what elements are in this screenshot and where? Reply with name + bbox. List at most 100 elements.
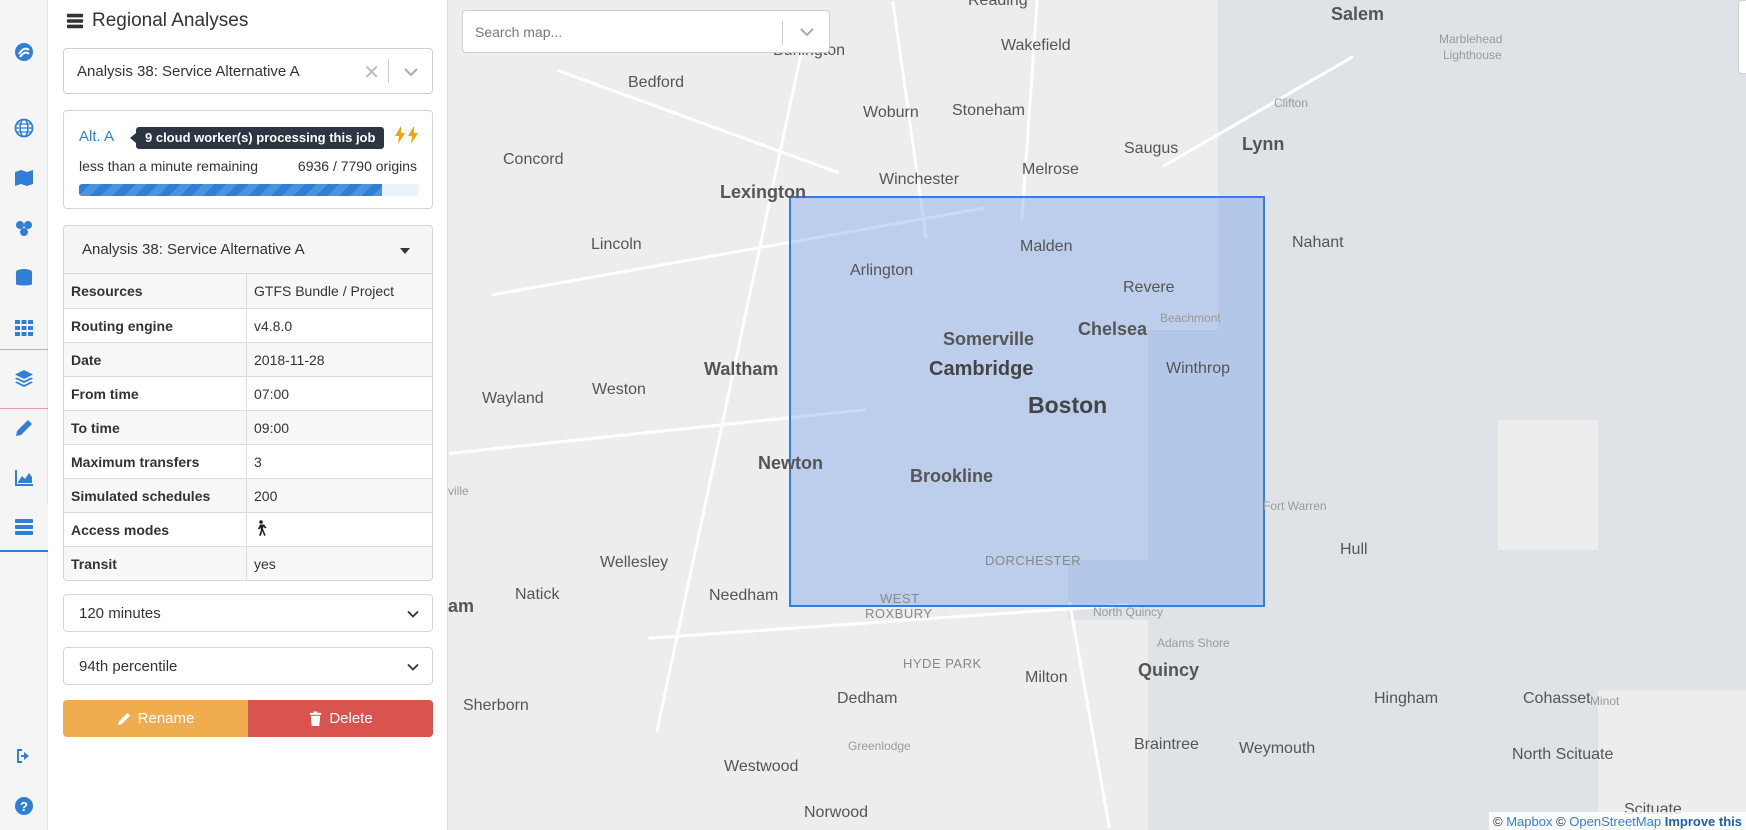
openstreetmap-link[interactable]: OpenStreetMap [1569,814,1661,829]
place-label: Boston [1028,392,1108,418]
globe-icon[interactable] [0,104,48,152]
place-label: Westwood [724,758,799,775]
modification-icon[interactable] [0,204,48,252]
detail-key: Maximum transfers [64,445,247,478]
place-label: Chelsea [1078,319,1148,339]
chevron-down-icon[interactable] [406,660,420,674]
server-icon [66,13,84,29]
map-search-placeholder: Search map... [475,23,563,40]
detail-value: 3 [254,453,262,470]
pencil-icon [117,712,130,726]
detail-value: 200 [254,487,278,504]
place-label: Greenlodge [848,739,911,753]
detail-row: Access modes [64,512,432,546]
detail-key: Transit [64,547,247,580]
caret-down-icon[interactable] [400,248,410,254]
map-icon[interactable] [0,154,48,202]
place-label: DORCHESTER [985,553,1082,568]
detail-key: Resources [64,274,247,308]
place-label: am [448,596,475,616]
app-root: ? Regional Analyses Analysis 38: Service… [0,0,1746,830]
cutoff-select[interactable]: 120 minutes [63,594,433,632]
job-status-card: Alt. A 9 cloud worker(s) processing this… [63,110,433,209]
map-search[interactable]: Search map... [462,10,830,53]
alt-label: Alt. A [79,128,115,145]
place-label: Beachmont [1160,311,1221,325]
place-label: Dedham [837,690,898,707]
grid-icon[interactable] [0,304,48,352]
progress-fill [79,184,382,196]
place-label: Wakefield [1001,37,1071,54]
improve-map-link[interactable]: Improve this [1665,814,1742,829]
place-label: Norwood [804,804,869,821]
place-label: ville [448,484,469,498]
analysis-details: Analysis 38: Service Alternative A Resou… [63,225,433,581]
road [556,68,840,175]
hull-land [1498,420,1598,550]
detail-row: Resources GTFS Bundle / Project [64,274,432,308]
place-label: Hull [1340,541,1368,558]
logout-icon[interactable] [0,732,48,780]
detail-row: Simulated schedules 200 [64,478,432,512]
place-label: Concord [503,151,564,168]
place-label: Arlington [850,262,914,279]
place-label: Lexington [720,182,806,202]
map-view[interactable]: Reading Burlington Wakefield Salem Marbl… [448,0,1746,830]
place-label: Quincy [1138,660,1200,680]
place-label: Cambridge [929,358,1034,380]
bolt-icon [395,126,405,144]
detail-value [247,520,268,539]
details-header[interactable]: Analysis 38: Service Alternative A [64,226,432,274]
place-label: Weymouth [1239,740,1316,757]
icon-rail: ? [0,0,48,830]
detail-row: Routing engine v4.8.0 [64,308,432,342]
chevron-down-icon[interactable] [403,64,419,80]
place-label: Lincoln [591,236,642,253]
copyright-symbol: © [1556,814,1566,829]
chevron-down-icon[interactable] [799,24,815,40]
place-label: Clifton [1274,96,1309,110]
detail-row: Transit yes [64,546,432,580]
delete-label: Delete [329,710,373,727]
place-label: Nahant [1292,234,1344,251]
place-label: Minot [1590,694,1620,708]
place-label: Salem [1331,4,1385,24]
layers-icon[interactable] [0,354,48,402]
detail-value: GTFS Bundle / Project [254,283,395,299]
cutoff-value: 120 minutes [79,604,161,622]
detail-value: 07:00 [254,385,290,402]
analysis-bounds[interactable] [789,196,1265,607]
pencil-icon[interactable] [0,404,48,452]
chart-icon[interactable] [0,454,48,502]
map-controls-tab[interactable] [1738,0,1746,74]
analysis-select[interactable]: Analysis 38: Service Alternative A ✕ [63,48,433,94]
place-label: Adams Shore [1157,636,1230,650]
place-label: Woburn [863,104,919,121]
workers-indicator [394,126,419,144]
place-label: Bedford [628,74,685,91]
place-label: Braintree [1134,736,1199,753]
place-label: Needham [709,587,779,604]
details-title: Analysis 38: Service Alternative A [82,241,305,258]
mapbox-link[interactable]: Mapbox [1506,814,1552,829]
progress-bar [79,184,419,196]
percentile-select[interactable]: 94th percentile [63,647,433,685]
clear-icon[interactable]: ✕ [363,60,380,85]
detail-key: Simulated schedules [64,479,247,512]
delete-button[interactable]: Delete [248,700,433,737]
detail-value: 2018-11-28 [254,351,325,368]
logo-icon[interactable] [0,28,48,76]
rail-divider [0,349,48,350]
rename-button[interactable]: Rename [63,700,248,737]
road [1068,601,1111,829]
chevron-down-icon[interactable] [406,607,420,621]
regional-analysis-icon[interactable] [0,504,48,552]
place-label: Milton [1025,669,1068,686]
help-icon[interactable]: ? [0,782,48,830]
database-icon[interactable] [0,254,48,302]
time-remaining: less than a minute remaining [79,158,258,174]
place-label: Weston [592,381,646,398]
detail-key: To time [64,411,247,444]
detail-value: v4.8.0 [254,317,293,334]
place-label: ROXBURY [865,606,933,621]
